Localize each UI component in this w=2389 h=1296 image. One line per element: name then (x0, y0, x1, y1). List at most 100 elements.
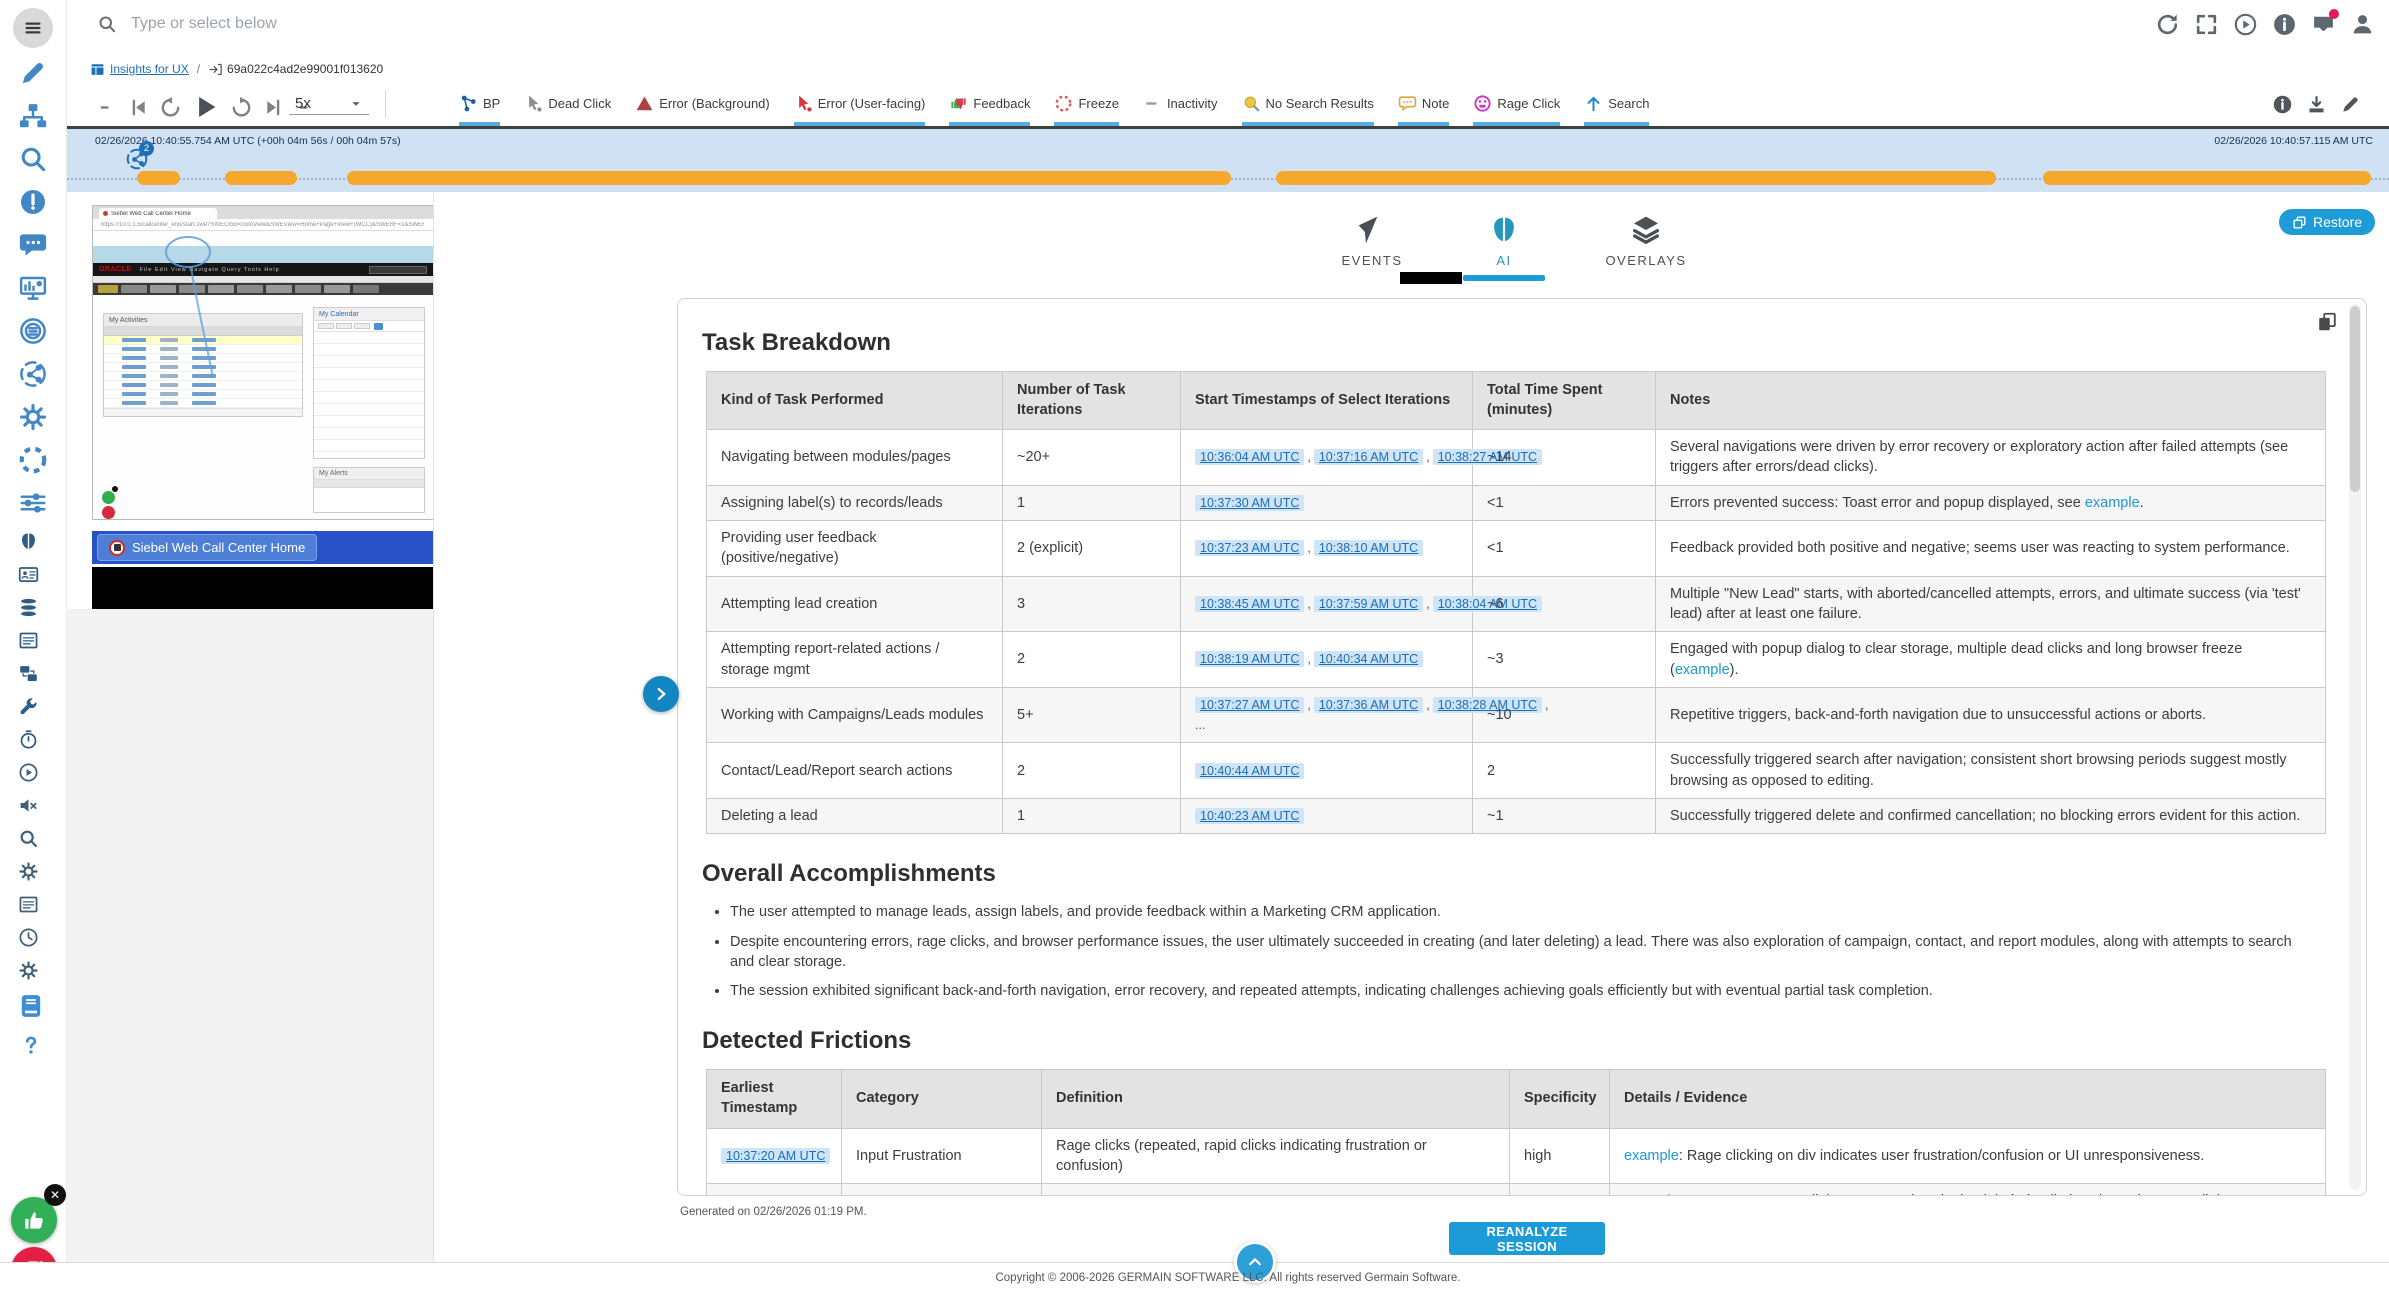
sidebar-item-brain[interactable] (18, 531, 39, 552)
timestamp-link[interactable]: 10:36:04 AM UTC (1195, 449, 1305, 466)
arrow-up-icon (1584, 94, 1603, 113)
sidebar-item-monitor-chart[interactable] (18, 273, 48, 303)
filter-inactivity[interactable]: Inactivity (1143, 90, 1218, 120)
play-button[interactable] (191, 92, 221, 122)
sidebar-item-book[interactable] (18, 993, 44, 1019)
tab-ai[interactable]: AI (1434, 214, 1574, 268)
sidebar-item-broadcast[interactable] (18, 316, 48, 346)
reanalyze-session-button[interactable]: REANALYZE SESSION (1449, 1222, 1605, 1255)
filter-feedback[interactable]: Feedback (949, 90, 1031, 126)
sidebar-item-sitemap[interactable] (18, 101, 48, 131)
sidebar-item-gear[interactable] (18, 402, 48, 432)
breadcrumb-app-link[interactable]: Insights for UX (110, 62, 189, 76)
task-column-header: Number of Task Iterations (1002, 370, 1181, 431)
playback-speed-select[interactable]: 5x (289, 93, 369, 115)
pencil-icon[interactable] (2340, 94, 2361, 115)
timeline-activity-segment[interactable] (137, 171, 180, 185)
report-scrollbar[interactable] (2349, 304, 2361, 1190)
filter-search[interactable]: Search (1584, 90, 1650, 126)
timestamp-link[interactable]: 10:38:19 AM UTC (1195, 651, 1305, 668)
timestamp-link[interactable]: 10:37:59 AM UTC (1313, 595, 1424, 612)
play-circle-icon[interactable] (2233, 12, 2258, 37)
tab-events[interactable]: EVENTS (1302, 214, 1442, 268)
sidebar-item-database[interactable] (18, 597, 39, 618)
sidebar-item-id-card[interactable] (18, 564, 39, 585)
timestamp-link[interactable]: 10:38:10 AM UTC (1313, 540, 1424, 557)
friction-category: User-Facing Error (841, 1183, 1042, 1195)
sidebar-item-sync[interactable] (18, 663, 39, 684)
task-notes: Multiple "New Lead" starts, with aborted… (1655, 575, 2326, 633)
filter-note[interactable]: Note (1397, 90, 1450, 126)
timeline-activity-segment[interactable] (2043, 171, 2371, 185)
report-scrollbar-thumb[interactable] (2350, 306, 2360, 492)
refresh-icon[interactable] (2155, 12, 2180, 37)
person-icon[interactable] (2350, 12, 2375, 37)
generated-timestamp: Generated on 02/26/2026 01:19 PM. (680, 1206, 867, 1218)
timeline-activity-segment[interactable] (225, 171, 297, 185)
global-search-input[interactable] (129, 14, 2109, 34)
timestamp-link[interactable]: 10:37:30 AM UTC (1195, 494, 1305, 511)
timestamp-link[interactable]: 10:37:36 AM UTC (1313, 696, 1424, 713)
hamburger-menu-icon[interactable] (13, 8, 53, 48)
filter-error-background-[interactable]: Error (Background) (635, 90, 770, 120)
sidebar-item-alert[interactable] (18, 187, 48, 217)
filter-no-search-results[interactable]: No Search Results (1241, 90, 1375, 126)
filter-dead-click[interactable]: Dead Click (524, 90, 611, 120)
example-link[interactable]: example (1675, 662, 1730, 678)
copy-report-icon[interactable] (2316, 311, 2338, 333)
timeline-activity-segment[interactable] (347, 171, 1231, 185)
timestamp-link[interactable]: 10:37:23 AM UTC (1195, 540, 1305, 557)
sidebar-item-mute[interactable] (18, 795, 39, 816)
freeze-icon (1054, 94, 1073, 113)
sidebar-item-share-network[interactable] (18, 359, 48, 389)
filter-bp[interactable]: BP (459, 90, 501, 126)
page-title-chip[interactable]: Siebel Web Call Center Home (97, 534, 318, 561)
skip-end-button[interactable] (262, 96, 285, 119)
timestamp-link[interactable]: 10:38:45 AM UTC (1195, 595, 1305, 612)
sidebar-item-clock[interactable] (18, 927, 39, 948)
inbox-icon[interactable] (2311, 9, 2339, 37)
sidebar-item-sliders[interactable] (18, 488, 48, 518)
info-icon[interactable] (2272, 12, 2297, 37)
sidebar-item-list[interactable] (18, 894, 39, 915)
download-icon[interactable] (2306, 94, 2327, 115)
tab-overlays[interactable]: OVERLAYS (1576, 214, 1716, 268)
sidebar-item-gear[interactable] (18, 861, 39, 882)
timestamp-link[interactable]: 10:37:27 AM UTC (1195, 696, 1305, 713)
timestamp-link[interactable]: 10:40:44 AM UTC (1195, 762, 1305, 779)
sidebar-item-play-circle[interactable] (18, 762, 39, 783)
session-timeline[interactable]: 02/26/2026 10:40:55.754 AM UTC (+00h 04m… (67, 126, 2389, 192)
timestamp-link[interactable]: 10:40:23 AM UTC (1195, 807, 1305, 824)
filter-freeze[interactable]: Freeze (1054, 90, 1120, 126)
sidebar-item-wrench[interactable] (18, 696, 39, 717)
skip-start-button[interactable] (127, 96, 150, 119)
fullscreen-icon[interactable] (2194, 12, 2219, 37)
sidebar-item-gear[interactable] (18, 960, 39, 981)
example-link[interactable]: example (1624, 1193, 1679, 1195)
sidebar-item-dashed-circle[interactable] (18, 445, 48, 475)
info-icon[interactable] (2272, 94, 2293, 115)
sidebar-item-list[interactable] (18, 630, 39, 651)
sidebar (0, 0, 67, 1296)
timestamp-link[interactable]: 10:40:34 AM UTC (1313, 651, 1424, 668)
expand-panel-button[interactable] (643, 676, 679, 712)
sidebar-item-chat[interactable] (18, 230, 48, 260)
filter-rage-click[interactable]: Rage Click (1473, 90, 1560, 126)
sidebar-item-pencil[interactable] (18, 58, 48, 88)
restore-button[interactable]: Restore (2278, 209, 2375, 235)
filter-error-user-facing-[interactable]: Error (User-facing) (793, 90, 925, 126)
timestamp-link[interactable]: 10:37:16 AM UTC (1313, 449, 1424, 466)
sidebar-item-timer[interactable] (18, 729, 39, 750)
timeline-activity-segment[interactable] (1276, 171, 1996, 185)
timestamp-link[interactable]: 10:37:20 AM UTC (721, 1147, 831, 1164)
redo-button[interactable] (230, 96, 253, 119)
example-link[interactable]: example (2085, 495, 2140, 511)
sidebar-item-search[interactable] (18, 144, 48, 174)
sidebar-item-search[interactable] (18, 828, 39, 849)
sidebar-item-help[interactable] (18, 1032, 44, 1058)
dismiss-feedback-icon[interactable]: ✕ (44, 1184, 66, 1206)
example-link[interactable]: example (1624, 1148, 1679, 1164)
replay-thumbnail[interactable]: Siebel Web Call Center Home https://10.0… (92, 205, 434, 520)
replay-button[interactable] (159, 96, 182, 119)
task-row: Deleting a lead 1 10:40:23 AM UTC ~1 Success… (706, 797, 2326, 835)
